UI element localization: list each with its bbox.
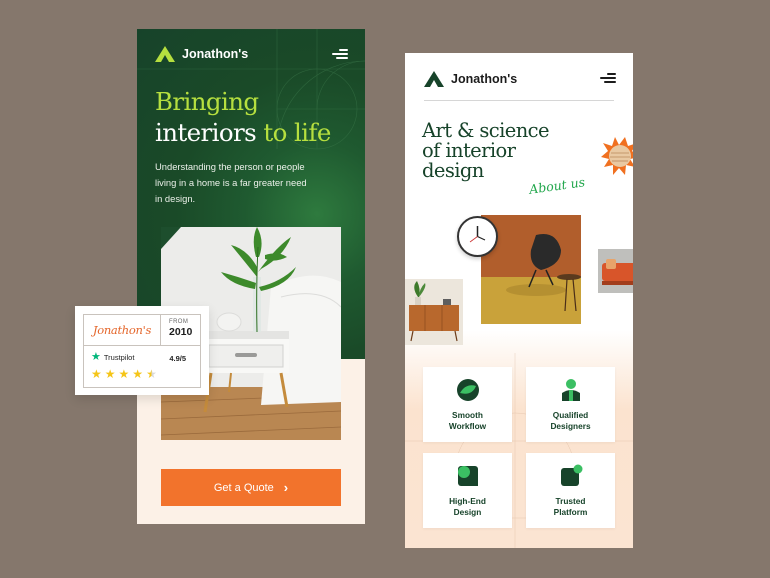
- rating-card-header: Jonathon's FROM 2010: [83, 314, 201, 346]
- feature-label-line2: Design: [453, 507, 482, 517]
- provider-name: Trustpilot: [103, 352, 135, 362]
- feature-card-trusted-platform[interactable]: Trusted Platform: [526, 453, 615, 528]
- hero-headline: Bringing interiors to life: [155, 86, 331, 148]
- founded-year: 2010: [169, 326, 193, 338]
- left-phone-screen: Jonathon's Bringing interiors to life Un…: [137, 29, 365, 524]
- feature-label: Trusted Platform: [526, 496, 615, 518]
- platform-icon: [561, 464, 583, 486]
- chevron-right-icon: ›: [283, 480, 289, 495]
- feature-label-line2: Workflow: [448, 421, 487, 431]
- headline-line2-white: interiors: [155, 118, 257, 147]
- headline-line2: of interior: [422, 139, 516, 162]
- hamburger-menu-icon[interactable]: [332, 49, 348, 59]
- feature-label-line2: Designers: [550, 421, 591, 431]
- designer-icon: [562, 379, 580, 401]
- from-label: FROM: [169, 319, 189, 325]
- wall-clock-image: [457, 216, 498, 257]
- star-icon: ★: [104, 367, 116, 381]
- feature-label-line1: Trusted: [555, 496, 586, 506]
- sofa-photo: [598, 249, 633, 293]
- star-rating: ★ ★ ★ ★ ★: [91, 368, 157, 380]
- rating-score: 4.9/5: [169, 354, 186, 363]
- feature-label: Qualified Designers: [526, 410, 615, 432]
- feature-label-line1: Smooth: [452, 410, 483, 420]
- script-logo: Jonathon's: [84, 315, 161, 345]
- feature-label-line2: Platform: [553, 507, 588, 517]
- feature-card-smooth-workflow[interactable]: Smooth Workflow: [423, 367, 512, 442]
- get-quote-button[interactable]: Get a Quote ›: [161, 469, 341, 506]
- star-icon: ★: [118, 367, 130, 381]
- headline-line1: Bringing: [155, 87, 259, 116]
- header-divider: [424, 100, 614, 101]
- brand-logo[interactable]: Jonathon's: [155, 46, 248, 62]
- brand-name: Jonathon's: [182, 47, 249, 61]
- design-icon: [458, 466, 478, 486]
- half-star-icon: ★: [146, 367, 157, 381]
- trustpilot-rating-card: Jonathon's FROM 2010 ★ Trustpilot 4.9/5 …: [75, 306, 209, 395]
- get-quote-label: Get a Quote: [213, 481, 274, 494]
- hamburger-menu-icon[interactable]: [600, 73, 616, 83]
- sideboard-photo: [405, 279, 463, 345]
- hero-subtext: Understanding the person or people livin…: [155, 161, 307, 204]
- trustpilot-brand: ★ Trustpilot: [91, 351, 135, 363]
- feature-label: Smooth Workflow: [423, 410, 512, 432]
- workflow-icon: [457, 379, 479, 401]
- rating-block: ★ Trustpilot 4.9/5 ★ ★ ★ ★ ★: [83, 346, 201, 388]
- headline-line2-green: to life: [263, 118, 331, 147]
- headline-line3: design: [422, 159, 484, 182]
- founded-block: FROM 2010: [161, 315, 200, 345]
- feature-card-qualified-designers[interactable]: Qualified Designers: [526, 367, 615, 442]
- triangle-logo-icon: [155, 46, 175, 62]
- brand-logo[interactable]: Jonathon's: [424, 71, 517, 87]
- headline-line1: Art & science: [422, 119, 550, 142]
- feature-label-line1: High-End: [449, 496, 486, 506]
- star-icon: ★: [132, 367, 144, 381]
- feature-card-high-end-design[interactable]: High-End Design: [423, 453, 512, 528]
- trustpilot-star-icon: ★: [91, 351, 101, 363]
- page-headline: Art & science of interior design: [422, 119, 550, 182]
- feature-label: High-End Design: [423, 496, 512, 518]
- right-phone-screen: Jonathon's Art & science of interior des…: [405, 53, 633, 548]
- sun-lamp-decoration: [601, 137, 633, 175]
- brand-name: Jonathon's: [451, 72, 518, 86]
- triangle-logo-icon: [424, 71, 444, 87]
- feature-label-line1: Qualified: [552, 410, 589, 420]
- star-icon: ★: [91, 367, 102, 381]
